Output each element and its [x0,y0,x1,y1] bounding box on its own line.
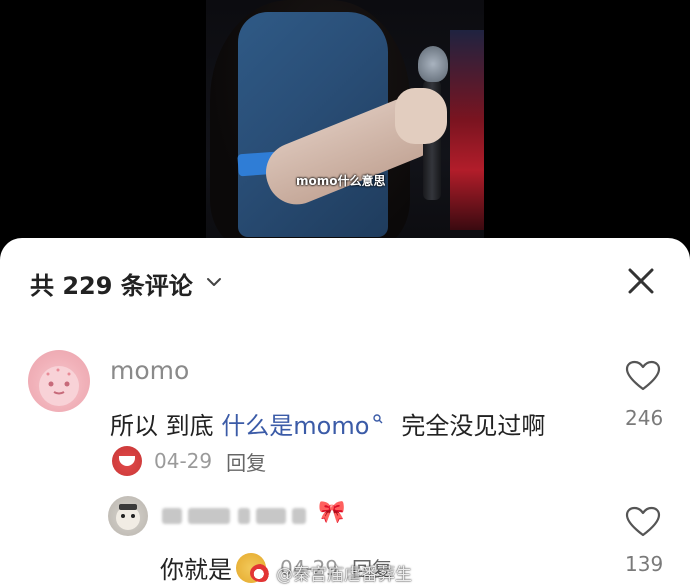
like-button[interactable] [625,360,661,392]
like-count: 139 [625,552,664,576]
comment-text: 所以 到底 什么是momo 完全没见过啊 [110,406,545,441]
comment-text-part1: 所以 到底 [110,412,222,440]
reply-username-masked[interactable] [162,502,312,528]
comment-text-part2: 完全没见过啊 [401,412,546,440]
avatar[interactable] [28,350,90,412]
weibo-logo-icon [250,563,272,582]
avatar-face-icon [116,504,140,530]
search-icon[interactable] [373,414,383,424]
avatar-face-icon [39,366,79,406]
heart-icon [625,360,661,391]
comment-date: 04-29 [154,449,213,473]
reply-text: 你就是 [160,556,232,584]
avatar[interactable] [108,496,148,536]
watermark-text: @秦宫庙虐番葬生 [276,565,412,585]
chevron-down-icon[interactable] [204,272,224,292]
video-subject-hand [395,88,447,144]
video-caption: momo什么意思 [296,174,386,188]
heart-icon [625,506,661,537]
sticker-icon [112,446,142,476]
comment-meta: 04-29 回复 [112,444,266,478]
watermark: @秦宫庙虐番葬生 [250,560,412,585]
video-background-figure [450,30,484,230]
video-player[interactable]: momo什么意思 [0,0,690,260]
reply-button[interactable]: 回复 [226,447,266,476]
app-root: momo什么意思 共 229 条评论 momo 所以 到底 什么是momo 完全… [0,0,690,588]
bow-icon: 🎀 [318,500,346,525]
like-button[interactable] [625,506,661,538]
like-count: 246 [625,406,664,430]
close-icon[interactable] [624,264,658,298]
comment-username[interactable]: momo [110,356,189,385]
comments-count-title[interactable]: 共 229 条评论 [30,266,193,301]
comments-sheet: 共 229 条评论 momo 所以 到底 什么是momo 完全没见过啊 04-2… [0,238,690,588]
microphone-head [418,46,448,82]
comment-search-link[interactable]: 什么是momo [221,412,369,440]
